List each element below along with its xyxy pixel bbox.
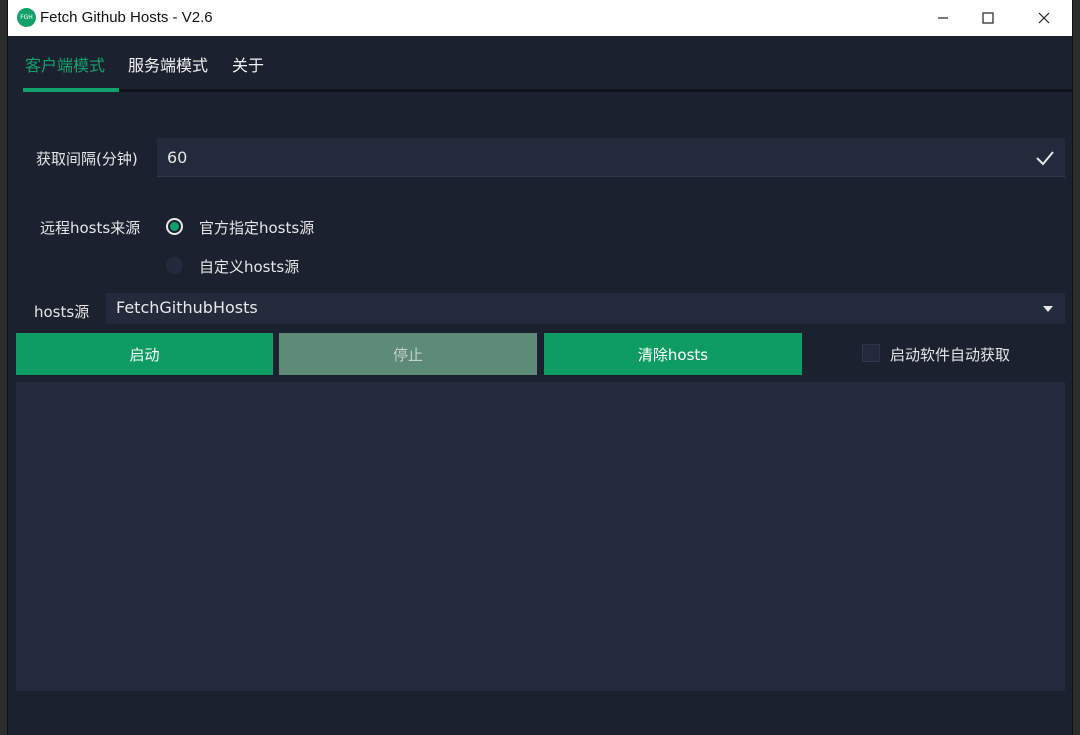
maximize-button[interactable] (963, 0, 1013, 36)
app-logo-icon: FGH (17, 8, 36, 27)
minimize-button[interactable] (918, 0, 968, 36)
caret-down-icon (1043, 306, 1053, 312)
radio-dot (170, 222, 179, 231)
maximize-icon (982, 12, 994, 24)
radio-custom-source[interactable] (166, 257, 183, 274)
check-icon[interactable] (1035, 150, 1055, 166)
autostart-label: 启动软件自动获取 (890, 346, 1011, 364)
active-tab-indicator (23, 88, 119, 92)
autostart-checkbox[interactable] (862, 344, 880, 362)
start-button[interactable]: 启动 (16, 333, 273, 375)
hosts-source-select[interactable]: FetchGithubHosts (106, 293, 1065, 324)
window-title: Fetch Github Hosts - V2.6 (40, 9, 213, 26)
radio-custom-label: 自定义hosts源 (199, 258, 300, 276)
tab-server-mode[interactable]: 服务端模式 (128, 52, 208, 76)
minimize-icon (938, 17, 948, 19)
radio-official-source[interactable] (166, 218, 183, 235)
hosts-source-label: hosts源 (34, 303, 90, 321)
hosts-source-value: FetchGithubHosts (116, 298, 258, 317)
radio-official-label: 官方指定hosts源 (199, 219, 315, 237)
title-bar: FGH Fetch Github Hosts - V2.6 (8, 0, 1072, 36)
tab-bar: 客户端模式 服务端模式 关于 (15, 36, 1072, 92)
close-button[interactable] (1019, 0, 1069, 36)
tab-divider (119, 89, 1072, 92)
interval-label: 获取间隔(分钟) (36, 150, 138, 168)
source-label: 远程hosts来源 (40, 219, 141, 237)
close-icon (1038, 12, 1050, 24)
interval-input[interactable]: 60 (157, 138, 1065, 177)
app-window: FGH Fetch Github Hosts - V2.6 客户端模式 服务端模… (8, 0, 1072, 735)
interval-value: 60 (167, 148, 188, 167)
tab-about[interactable]: 关于 (232, 52, 264, 76)
log-output-area[interactable] (16, 382, 1065, 691)
clear-hosts-button[interactable]: 清除hosts (544, 333, 802, 375)
tab-client-mode[interactable]: 客户端模式 (25, 52, 105, 76)
stop-button[interactable]: 停止 (279, 333, 537, 375)
